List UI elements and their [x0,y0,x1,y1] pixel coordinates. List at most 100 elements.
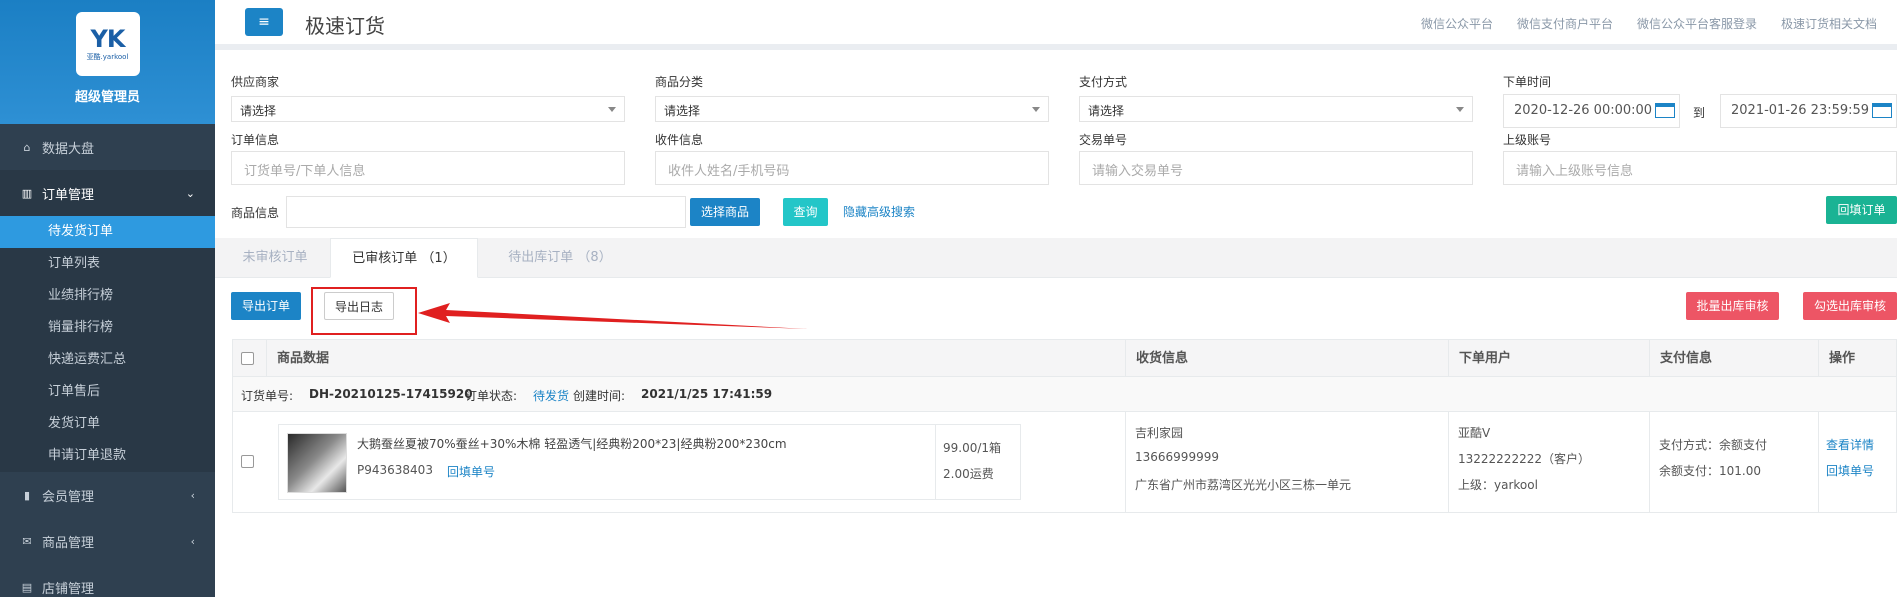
order-info-input[interactable]: 订货单号/下单人信息 [231,151,625,185]
product-info-label: 商品信息 [231,206,280,220]
nav-item-label: 订单管理 [42,187,95,203]
sidebar: YK 亚酷.yarkool 超级管理员 ⌂ 数据大盘 ▥ 订单管理 ⌄ 待发货订… [0,0,215,597]
order-user-name: 亚酷V [1458,426,1491,440]
product-shipping-fee: 2.00运费 [943,467,994,481]
select-all-checkbox[interactable] [241,352,254,365]
link-wechat-service-login[interactable]: 微信公众平台客服登录 [1637,15,1757,32]
nav-item-label: 数据大盘 [42,141,95,157]
profile-name[interactable]: 超级管理员 [0,86,215,105]
calendar-icon[interactable] [1872,103,1892,118]
header-receiver-info: 收货信息 [1125,340,1188,377]
subnav-item-pending-shipment[interactable]: 待发货订单 [0,216,215,248]
tab-reviewed[interactable]: 已审核订单 （1） [330,238,478,278]
select-product-button[interactable]: 选择商品 [690,198,760,226]
divider [1818,412,1819,512]
trade-no-input[interactable]: 请输入交易单号 [1079,151,1473,185]
payment-label: 支付方式 [1079,75,1128,89]
category-select-value: 请选择 [664,104,701,118]
category-label: 商品分类 [655,75,704,89]
payment-select-value: 请选择 [1088,104,1125,118]
date-range-to-label: 到 [1693,106,1706,120]
subnav-item-order-list[interactable]: 订单列表 [0,248,215,280]
divider [1125,412,1126,512]
nav-item-store[interactable]: ▤ 店铺管理 [0,564,215,597]
link-wechat-platform[interactable]: 微信公众平台 [1421,15,1493,32]
nav-item-products[interactable]: ✉ 商品管理 ‹ [0,518,215,564]
divider [1448,412,1449,512]
order-summary-row: 订货单号: DH-20210125-17415920 订单状态: 待发货 创建时… [233,377,1896,412]
batch-outbound-audit-button[interactable]: 批量出库审核 [1686,292,1779,320]
page-title: 极速订货 [305,14,385,38]
product-thumbnail[interactable] [287,433,347,493]
payment-select[interactable]: 请选择 [1079,96,1473,122]
parent-account-placeholder: 请输入上级账号信息 [1516,164,1634,179]
order-tabs: 未审核订单 已审核订单 （1） 待出库订单 （8） [215,238,1897,278]
fill-order-button[interactable]: 回填订单 [1826,196,1897,224]
subnav-item-refund-requests[interactable]: 申请订单退款 [0,440,215,472]
view-details-link[interactable]: 查看详情 [1826,436,1874,453]
subnav-item-shipped-orders[interactable]: 发货订单 [0,408,215,440]
subnav-item-performance-rank[interactable]: 业绩排行榜 [0,280,215,312]
chevron-left-icon: ‹ [190,488,195,502]
hide-advanced-search-link[interactable]: 隐藏高级搜索 [843,203,915,220]
query-button[interactable]: 查询 [783,198,828,226]
supplier-label: 供应商家 [231,75,280,89]
date-to-input[interactable]: 2021-01-26 23:59:59 [1720,94,1897,128]
trade-no-label: 交易单号 [1079,133,1128,147]
tab-unreviewed[interactable]: 未审核订单 [225,238,325,278]
receiver-name: 吉利家园 [1135,426,1184,440]
parent-account-input[interactable]: 请输入上级账号信息 [1503,151,1897,185]
tab-pending-outbound[interactable]: 待出库订单 （8） [490,238,630,278]
date-from-input[interactable]: 2020-12-26 00:00:00 [1503,94,1680,128]
link-docs[interactable]: 极速订货相关文档 [1781,15,1877,32]
annotation-arrow [418,303,808,329]
supplier-select[interactable]: 请选择 [231,96,625,122]
product-info-input[interactable] [286,196,686,228]
order-user-parent: 上级：yarkool [1458,478,1538,492]
envelope-icon: ✉ [22,534,32,548]
nav-item-members[interactable]: ▮ 会员管理 ‹ [0,472,215,518]
chevron-down-icon: ⌄ [185,186,195,200]
columns-icon: ▥ [21,186,33,200]
subnav-item-sales-rank[interactable]: 销量排行榜 [0,312,215,344]
order-info-label: 订单信息 [231,133,280,147]
divider [1649,412,1650,512]
order-info-placeholder: 订货单号/下单人信息 [244,164,366,179]
orders-table: 商品数据 收货信息 下单用户 支付信息 操作 订货单号: DH-20210125… [232,339,1897,513]
header-operations: 操作 [1818,340,1855,377]
header-payment-info: 支付信息 [1649,340,1712,377]
profile-panel: YK 亚酷.yarkool 超级管理员 [0,0,215,124]
fill-tracking-link[interactable]: 回填单号 [447,463,495,480]
brand-logo: YK 亚酷.yarkool [75,12,140,76]
payment-amount: 余额支付：101.00 [1659,464,1761,478]
calendar-icon[interactable] [1655,103,1675,118]
selected-outbound-audit-button[interactable]: 勾选出库审核 [1803,292,1897,320]
menu-toggle-button[interactable]: ≡ [245,8,283,36]
date-to-value: 2021-01-26 23:59:59 [1731,103,1870,118]
date-from-value: 2020-12-26 00:00:00 [1514,103,1653,118]
receiver-label: 收件信息 [655,133,704,147]
nav-item-label: 店铺管理 [42,581,95,597]
supplier-select-value: 请选择 [240,104,277,118]
nav-item-orders[interactable]: ▥ 订单管理 ⌄ [0,170,215,216]
product-sku: P943638403 [357,463,433,477]
nav-item-dashboard[interactable]: ⌂ 数据大盘 [0,124,215,170]
export-orders-button[interactable]: 导出订单 [231,292,301,320]
product-price: 99.00/1箱 [943,441,1002,455]
divider [935,425,936,499]
row-checkbox[interactable] [241,455,254,468]
link-wechat-pay-merchant[interactable]: 微信支付商户平台 [1517,15,1613,32]
order-status-value: 待发货 [533,389,570,403]
subnav-item-shipping-summary[interactable]: 快递运费汇总 [0,344,215,376]
product-name[interactable]: 大鹅蚕丝夏被70%蚕丝+30%木棉 轻盈透气|经典粉200*23|经典粉200*… [357,435,787,452]
subnav-item-after-sales[interactable]: 订单售后 [0,376,215,408]
bar-chart-icon: ▮ [23,488,31,502]
receiver-input[interactable]: 收件人姓名/手机号码 [655,151,1049,185]
trade-no-placeholder: 请输入交易单号 [1092,164,1184,179]
category-select[interactable]: 请选择 [655,96,1049,122]
fill-tracking-op-link[interactable]: 回填单号 [1826,462,1874,479]
order-created-value: 2021/1/25 17:41:59 [641,387,773,401]
order-status-label: 订单状态: [465,389,518,403]
nav-item-label: 商品管理 [42,535,95,551]
top-header: ≡ 极速订货 微信公众平台 微信支付商户平台 微信公众平台客服登录 极速订货相关… [215,0,1897,50]
